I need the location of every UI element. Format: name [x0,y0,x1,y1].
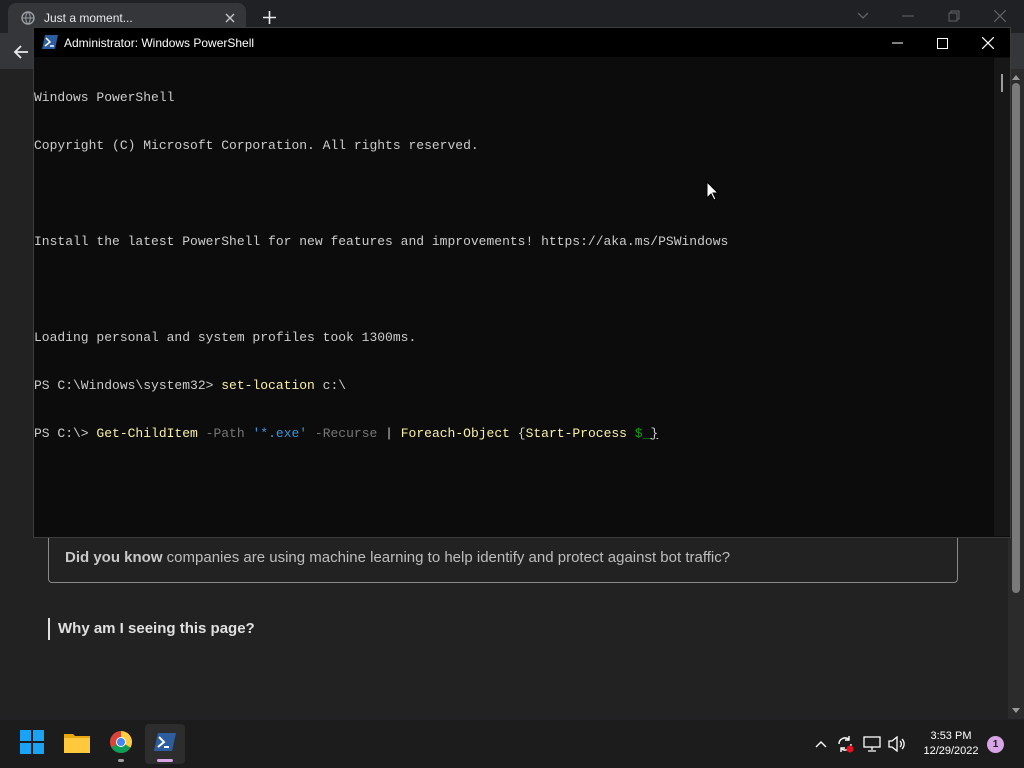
why-seeing-page-heading[interactable]: Why am I seeing this page? [48,618,255,640]
console-line-current-command[interactable]: PS C:\> Get-ChildItem -Path '*.exe' -Rec… [34,426,994,442]
network-icon[interactable] [862,734,882,754]
tab-search-chevron-icon[interactable] [853,6,873,26]
brace-text: { [509,426,526,441]
powershell-taskbar-button[interactable] [145,724,185,764]
browser-close-icon[interactable] [990,6,1010,26]
new-tab-plus-icon[interactable] [260,8,278,26]
console-line: Windows PowerShell [34,90,175,105]
tab-close-icon[interactable] [222,10,238,26]
cmdlet-text: set-location [221,378,315,393]
start-button[interactable] [12,724,52,764]
taskbar: 3:53 PM 12/29/2022 [0,720,1024,768]
powershell-titlebar[interactable]: Administrator: Windows PowerShell [34,28,1010,57]
clock[interactable]: 3:53 PM 12/29/2022 [920,729,982,759]
console-line: Copyright (C) Microsoft Corporation. All… [34,138,479,153]
ps-minimize-icon[interactable] [886,32,908,54]
ps-maximize-icon[interactable] [931,32,953,54]
browser-minimize-icon[interactable] [898,6,918,26]
browser-restore-icon[interactable] [944,6,964,26]
prompt-text: PS C:\> [34,426,97,441]
mouse-pointer-icon [706,180,720,201]
ps-scrollbar[interactable] [994,58,1010,536]
tray-chevron-up-icon[interactable] [811,734,831,754]
console-line: Loading personal and system profiles too… [34,330,417,345]
file-explorer-button[interactable] [57,724,97,764]
scroll-down-arrow-icon[interactable] [1011,706,1021,716]
powershell-console[interactable]: Windows PowerShell Copyright (C) Microso… [34,58,994,536]
file-explorer-icon [64,731,90,758]
variable-text: $_ [634,426,651,441]
back-arrow-icon[interactable] [11,42,31,62]
chrome-button[interactable] [101,724,141,764]
bot-info-box: Did you know companies are using machine… [48,536,958,583]
powershell-taskbar-icon [154,732,176,756]
clock-time: 3:53 PM [930,730,972,742]
windows-start-icon [20,729,44,759]
text-cursor: } [650,426,659,441]
powershell-icon [42,35,58,49]
notification-badge[interactable]: 1 [987,736,1004,753]
cmdlet-text: Start-Process [525,426,627,441]
clock-date: 12/29/2022 [923,745,979,757]
info-bold-text: Did you know [65,549,163,566]
sync-icon[interactable] [835,734,855,754]
powershell-window: Administrator: Windows PowerShell Window… [33,27,1011,538]
ps-close-icon[interactable] [977,32,999,54]
console-line: Install the latest PowerShell for new fe… [34,234,729,249]
page-scroll-thumb[interactable] [1012,83,1020,593]
pipe-text: | [377,426,401,441]
active-indicator [157,759,173,762]
scroll-up-arrow-icon[interactable] [1011,72,1021,82]
ps-scroll-thumb[interactable] [1001,74,1003,92]
parameter-text: -Recurse [314,426,378,441]
tab-title: Just a moment... [44,11,133,25]
info-text: companies are using machine learning to … [162,549,731,566]
volume-icon[interactable] [887,734,907,754]
chrome-icon [109,730,133,759]
argument-text: c:\ [314,378,347,393]
parameter-text: -Path [205,426,245,441]
prompt-text: PS C:\Windows\system32> [34,378,222,393]
console-line-set-location: PS C:\Windows\system32> set-location c:\ [34,378,994,394]
cmdlet-text: Get-ChildItem [96,426,198,441]
powershell-title: Administrator: Windows PowerShell [64,36,255,50]
globe-icon [21,11,35,25]
string-text: '*.exe' [252,426,308,441]
running-indicator [118,759,124,762]
cmdlet-text: Foreach-Object [400,426,510,441]
